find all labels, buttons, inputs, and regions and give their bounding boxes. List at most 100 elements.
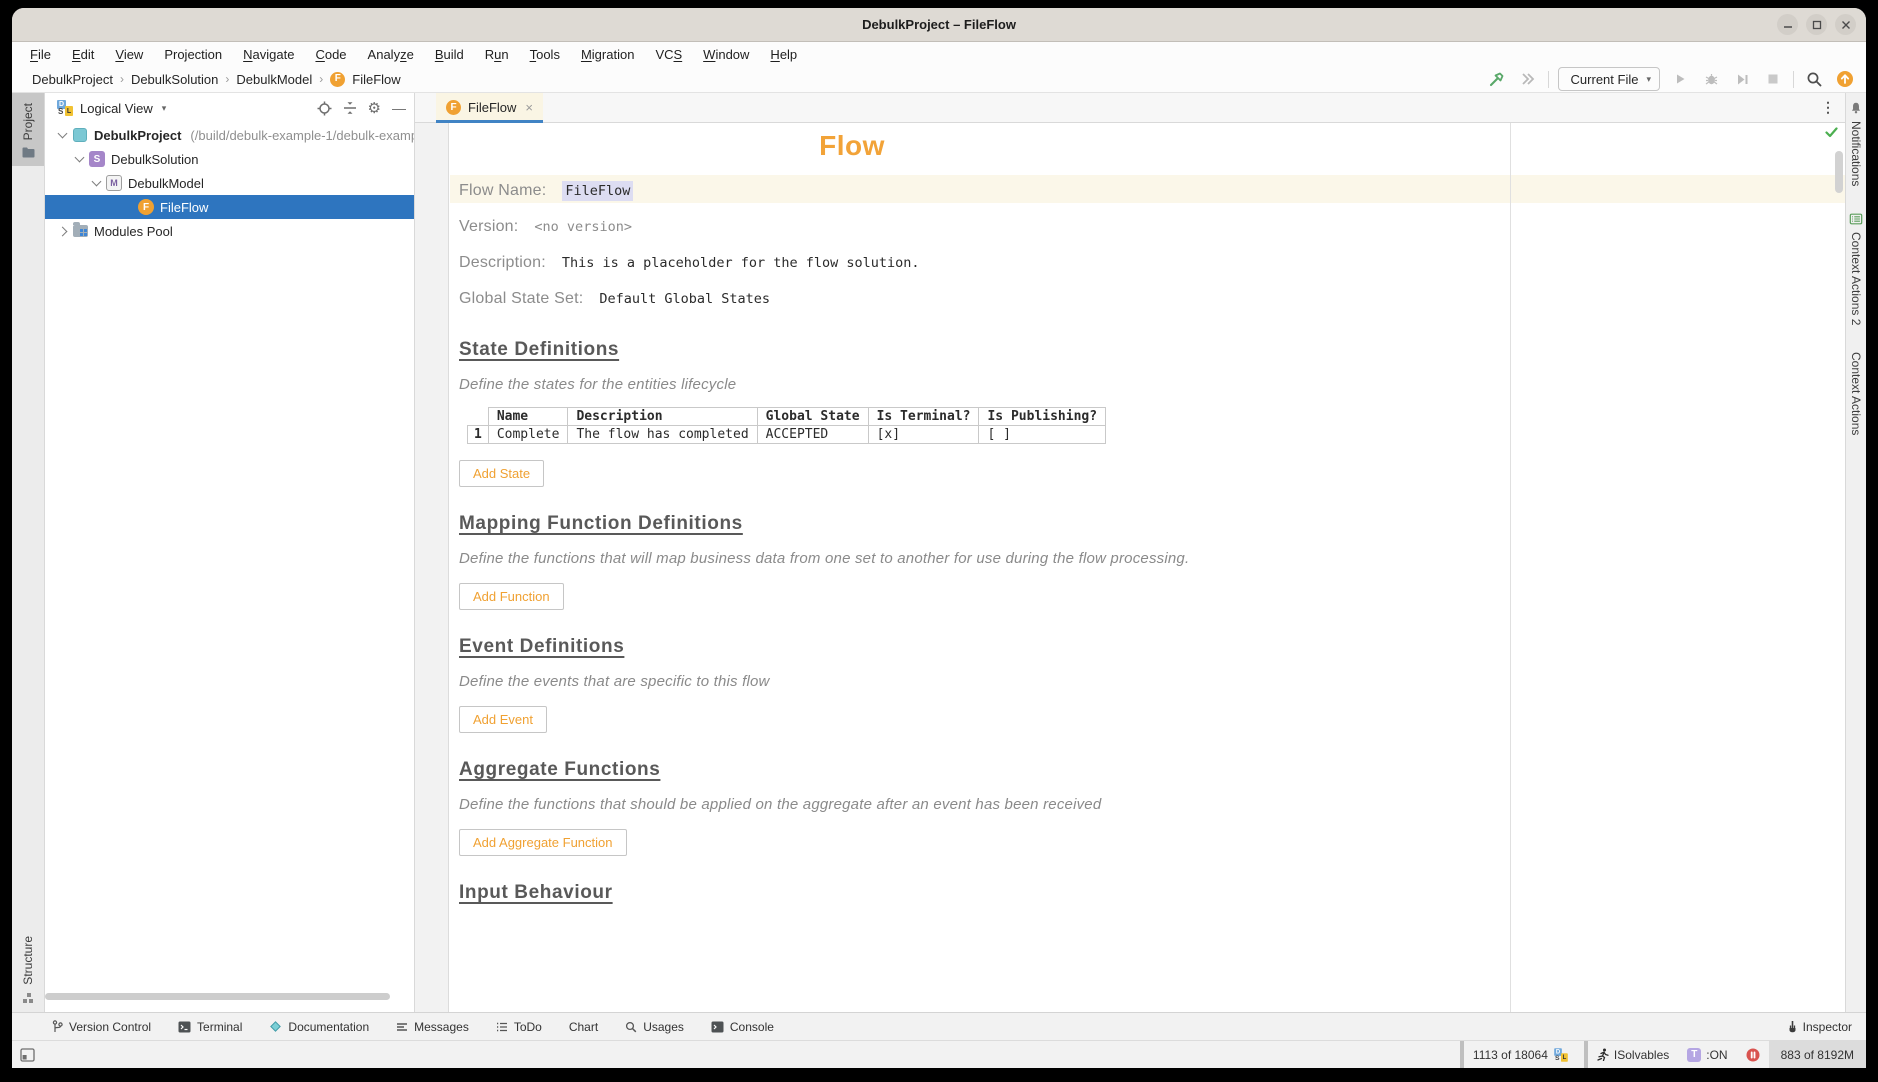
view-selector-label[interactable]: Logical View (80, 101, 153, 116)
menu-build[interactable]: Build (435, 47, 464, 62)
tree-label: FileFlow (160, 200, 208, 215)
position-widget[interactable]: 1113 of 18064 DSL (1464, 1041, 1578, 1068)
flow-name-value[interactable]: FileFlow (562, 181, 633, 201)
inspection-ok-icon[interactable] (1825, 127, 1838, 138)
add-aggregate-function-button[interactable]: Add Aggregate Function (459, 829, 627, 856)
tool-window-tab-context-actions[interactable]: Context Actions (1849, 352, 1863, 435)
project-tree: DebulkProject (/build/debulk-example-1/d… (45, 123, 414, 243)
description-value[interactable]: This is a placeholder for the flow solut… (562, 255, 920, 271)
run-configuration-select[interactable]: Current File ▾ (1558, 67, 1660, 91)
tool-window-tab-notifications[interactable]: Notifications (1849, 101, 1863, 186)
state-global-state-cell[interactable]: ACCEPTED (757, 426, 868, 444)
maximize-button[interactable] (1806, 14, 1827, 35)
stop-button[interactable] (1762, 68, 1784, 90)
tree-row-model[interactable]: M DebulkModel (45, 171, 414, 195)
tool-window-messages[interactable]: Messages (396, 1020, 469, 1034)
memory-indicator[interactable]: 883 of 8192M (1769, 1041, 1866, 1068)
toggle-tool-windows-icon[interactable] (20, 1048, 35, 1062)
more-options-icon[interactable]: ⋮ (1821, 99, 1845, 116)
chevron-expanded-icon[interactable] (58, 129, 68, 139)
collapse-all-icon[interactable] (343, 101, 357, 115)
state-name-cell[interactable]: Complete (488, 426, 568, 444)
tab-fileflow[interactable]: F FileFlow × (436, 93, 543, 122)
menu-run[interactable]: Run (485, 47, 509, 62)
tool-window-usages[interactable]: Usages (625, 1020, 684, 1034)
global-state-set-value[interactable]: Default Global States (599, 291, 770, 307)
state-description-cell[interactable]: The flow has completed (568, 426, 757, 444)
breadcrumb-model[interactable]: DebulkModel (236, 72, 312, 87)
build-hammer-button[interactable] (1486, 68, 1508, 90)
add-state-button[interactable]: Add State (459, 460, 544, 487)
chevron-expanded-icon[interactable] (75, 153, 85, 163)
run-with-coverage-button[interactable] (1731, 68, 1753, 90)
tool-window-todo[interactable]: ToDo (496, 1020, 542, 1034)
menu-file[interactable]: File (30, 47, 51, 62)
section-aggregate-functions: Aggregate Functions Define the functions… (459, 759, 1245, 856)
update-button[interactable] (1834, 68, 1856, 90)
locate-icon[interactable] (317, 101, 332, 116)
tool-window-console[interactable]: Console (711, 1020, 774, 1034)
chevron-expanded-icon[interactable] (92, 177, 102, 187)
debug-button[interactable] (1700, 68, 1722, 90)
menu-code[interactable]: Code (315, 47, 346, 62)
chevron-down-icon[interactable]: ▾ (162, 103, 167, 114)
menu-view[interactable]: View (115, 47, 143, 62)
state-is-terminal-cell[interactable]: [x] (868, 426, 979, 444)
inspector-widget[interactable]: Inspector (1787, 1020, 1852, 1034)
tree-row-fileflow[interactable]: F FileFlow (45, 195, 414, 219)
add-event-button[interactable]: Add Event (459, 706, 547, 733)
modules-pool-icon (72, 223, 88, 239)
menu-help[interactable]: Help (770, 47, 797, 62)
structure-icon (22, 992, 34, 1004)
tree-row-project[interactable]: DebulkProject (/build/debulk-example-1/d… (45, 123, 414, 147)
error-indicator[interactable] (1737, 1041, 1769, 1068)
close-tab-icon[interactable]: × (525, 100, 533, 115)
close-button[interactable] (1835, 14, 1856, 35)
flow-name-field: Flow Name:FileFlow (459, 177, 1245, 205)
menu-edit[interactable]: Edit (72, 47, 94, 62)
toggle-widget[interactable]: T :ON (1678, 1041, 1736, 1068)
minimize-button[interactable] (1777, 14, 1798, 35)
state-is-publishing-cell[interactable]: [ ] (979, 426, 1106, 444)
menu-analyze[interactable]: Analyze (368, 47, 414, 62)
profiler-icon (1520, 71, 1536, 87)
breadcrumb-project[interactable]: DebulkProject (32, 72, 113, 87)
bottom-tool-bar: Version Control Terminal Documentation M… (12, 1012, 1866, 1040)
toolbar-separator (1548, 71, 1549, 88)
breadcrumb-separator: › (120, 72, 124, 86)
run-button[interactable] (1669, 68, 1691, 90)
tool-window-version-control[interactable]: Version Control (52, 1020, 151, 1034)
breadcrumb-fileflow[interactable]: FileFlow (352, 72, 400, 87)
project-path: (/build/debulk-example-1/debulk-example-… (190, 128, 414, 143)
vertical-scrollbar[interactable] (1835, 151, 1843, 193)
tool-window-terminal[interactable]: Terminal (178, 1020, 242, 1034)
chevron-collapsed-icon[interactable] (58, 226, 68, 236)
section-heading: Mapping Function Definitions (459, 513, 1245, 535)
profiler-button[interactable] (1517, 68, 1539, 90)
tool-window-tab-project[interactable]: Project (12, 93, 44, 166)
menu-navigate[interactable]: Navigate (243, 47, 294, 62)
menu-tools[interactable]: Tools (530, 47, 560, 62)
search-everywhere-button[interactable] (1803, 68, 1825, 90)
breadcrumb-solution[interactable]: DebulkSolution (131, 72, 218, 87)
table-row: 1 Complete The flow has completed ACCEPT… (468, 426, 1106, 444)
tool-window-documentation[interactable]: Documentation (269, 1020, 369, 1034)
tool-window-chart[interactable]: Chart (569, 1020, 598, 1034)
menu-migration[interactable]: Migration (581, 47, 634, 62)
menu-vcs[interactable]: VCS (655, 47, 682, 62)
tree-row-modules-pool[interactable]: Modules Pool (45, 219, 414, 243)
tree-row-solution[interactable]: S DebulkSolution (45, 147, 414, 171)
solvables-widget[interactable]: ISolvables (1588, 1041, 1678, 1068)
tool-window-tab-context-actions-2[interactable]: Context Actions 2 (1849, 212, 1863, 325)
hide-panel-icon[interactable]: — (392, 101, 406, 115)
menu-bar: File Edit View Projection Navigate Code … (12, 42, 1866, 66)
version-value[interactable]: <no version> (534, 219, 632, 235)
add-function-button[interactable]: Add Function (459, 583, 564, 610)
menu-projection[interactable]: Projection (164, 47, 222, 62)
tool-window-tab-structure[interactable]: Structure (12, 926, 44, 1012)
menu-window[interactable]: Window (703, 47, 749, 62)
gear-icon[interactable]: ⚙ (368, 101, 381, 116)
horizontal-scrollbar[interactable] (45, 993, 390, 1000)
row-number-cell: 1 (468, 426, 489, 444)
update-icon (1836, 70, 1854, 88)
